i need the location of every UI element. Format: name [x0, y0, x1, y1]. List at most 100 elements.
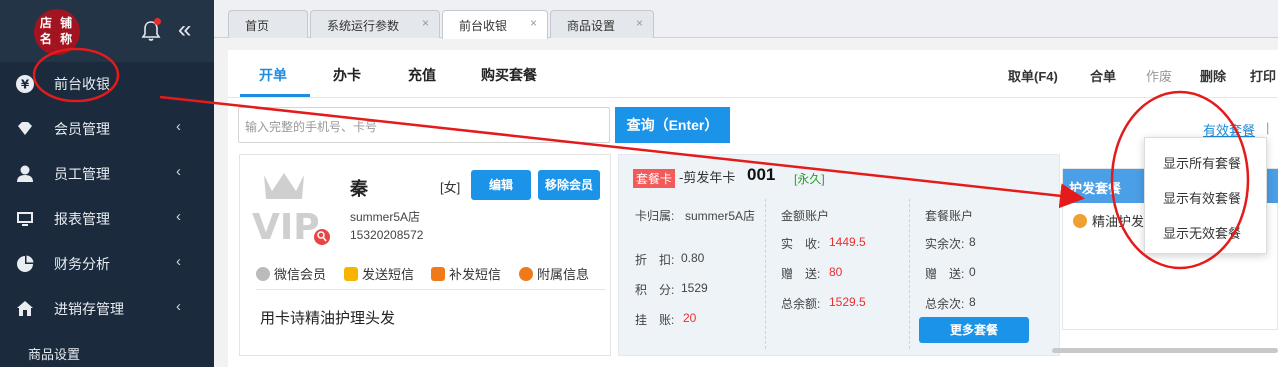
tab-home[interactable]: 首页: [228, 10, 308, 38]
merge-order-button[interactable]: 合单: [1090, 66, 1116, 85]
tab-recharge[interactable]: 充值: [408, 65, 436, 85]
card-title: -剪发年卡: [679, 170, 736, 185]
store-logo-line1: 店 铺: [39, 16, 75, 30]
divider: [765, 199, 766, 349]
void-button[interactable]: 作废: [1146, 66, 1172, 85]
chevron-left-icon: ‹: [176, 163, 181, 180]
tab-buy-package[interactable]: 购买套餐: [481, 65, 537, 85]
wechat-member-link[interactable]: 微信会员: [256, 264, 326, 283]
card-type-badge: 套餐卡: [633, 169, 676, 188]
resend-sms-link[interactable]: 补发短信: [431, 264, 501, 283]
edit-button[interactable]: 编辑: [471, 170, 531, 200]
sidebar-item-cashier[interactable]: ¥ 前台收银: [0, 61, 214, 106]
tab-label: 首页: [245, 19, 270, 33]
chevron-left-icon: ‹: [176, 298, 181, 315]
sidebar-item-label: 会员管理: [54, 121, 110, 137]
gift-times-label: 赠 送:: [925, 267, 965, 281]
sidebar-item-label: 前台收银: [54, 76, 110, 92]
received-value: 1449.5: [829, 235, 866, 249]
take-order-button[interactable]: 取单(F4): [1008, 66, 1058, 85]
extra-info-link[interactable]: 附属信息: [519, 264, 589, 283]
close-icon[interactable]: ×: [530, 16, 537, 30]
total-balance-label: 总余额:: [781, 297, 821, 311]
store-logo-line2: 名 称: [39, 32, 75, 46]
tab-label: 商品设置: [567, 19, 616, 33]
horizontal-scrollbar[interactable]: [1052, 348, 1278, 353]
sidebar-item-inventory[interactable]: 进销存管理 ‹: [0, 286, 214, 331]
show-valid-packages-option[interactable]: 显示有效套餐: [1163, 188, 1241, 207]
total-times-label: 总余次:: [925, 297, 965, 311]
close-icon[interactable]: ×: [636, 16, 643, 30]
query-button[interactable]: 查询（Enter）: [615, 107, 730, 143]
sidebar-item-staff[interactable]: 员工管理 ‹: [0, 151, 214, 196]
close-icon[interactable]: ×: [422, 16, 429, 30]
sidebar-item-members[interactable]: 会员管理 ‹: [0, 106, 214, 151]
card-panel: 套餐卡 -剪发年卡 001 [永久] 卡归属: summer5A店 折 扣: 0…: [618, 154, 1060, 356]
send-sms-link[interactable]: 发送短信: [344, 264, 414, 283]
amount-account-header: 金额账户: [781, 209, 830, 223]
link-label: 发送短信: [362, 267, 415, 282]
gift-times-value: 0: [969, 265, 976, 279]
sidebar-item-label: 进销存管理: [54, 301, 124, 317]
chevron-left-icon: ‹: [176, 208, 181, 225]
show-invalid-packages-option[interactable]: 显示无效套餐: [1163, 223, 1241, 242]
remove-member-button[interactable]: 移除会员: [538, 170, 600, 200]
delete-button[interactable]: 删除: [1200, 66, 1226, 85]
active-tab-underline: [240, 94, 310, 97]
more-packages-button[interactable]: 更多套餐: [919, 317, 1029, 343]
search-input[interactable]: 输入完整的手机号、卡号: [238, 107, 610, 143]
package-item[interactable]: 精油护发: [1073, 211, 1144, 230]
member-name: 秦: [350, 179, 368, 199]
discount-value: 0.80: [681, 251, 705, 265]
show-all-packages-option[interactable]: 显示所有套餐: [1163, 153, 1241, 172]
notification-dot: [154, 18, 161, 25]
gift-amount-value: 80: [829, 265, 843, 279]
member-links: 微信会员 发送短信 补发短信 附属信息: [256, 262, 606, 290]
chevron-left-icon: ‹: [176, 118, 181, 135]
monitor-icon: [17, 212, 33, 226]
home-icon: [17, 301, 33, 316]
member-card: VIP 秦 [女] 编辑 移除会员 summer5A店 15320208572 …: [239, 154, 611, 356]
total-times-value: 8: [969, 295, 976, 309]
total-balance-value: 1529.5: [829, 295, 866, 309]
tab-system-params[interactable]: 系统运行参数 ×: [310, 10, 440, 38]
sidebar: 店 铺 名 称 « ¥ 前台收银 会员管理 ‹ 员工管理 ‹ 报表管理 ‹ 财务…: [0, 0, 214, 367]
card-number: 001: [747, 165, 776, 184]
tab-label: 前台收银: [459, 19, 508, 33]
coin-icon: [1073, 213, 1087, 228]
mail-icon: [344, 266, 358, 281]
tab-label: 系统运行参数: [327, 19, 400, 33]
tab-cashier[interactable]: 前台收银 ×: [442, 10, 548, 39]
card-belong-label: 卡归属:: [635, 209, 675, 223]
tab-issue-card[interactable]: 办卡: [333, 65, 361, 85]
card-validity: [永久]: [794, 172, 825, 186]
points-label: 积 分:: [635, 283, 675, 297]
wechat-icon: [256, 266, 270, 281]
main-panel: 开单 办卡 充值 购买套餐 取单(F4) 合单 作废 删除 打印 输入完整的手机…: [228, 50, 1278, 367]
sidebar-subitem-product-settings[interactable]: 商品设置: [28, 344, 80, 363]
tab-open-order[interactable]: 开单: [259, 65, 287, 85]
link-label: 附属信息: [537, 267, 590, 282]
pie-chart-icon: [17, 255, 34, 272]
collapse-sidebar-icon[interactable]: «: [178, 16, 191, 44]
chevron-left-icon: ‹: [176, 253, 181, 270]
sidebar-item-label: 报表管理: [54, 211, 110, 227]
link-label: 微信会员: [274, 267, 327, 282]
gift-amount-label: 赠 送:: [781, 267, 821, 281]
user-icon: [17, 165, 33, 182]
sidebar-item-finance[interactable]: 财务分析 ‹: [0, 241, 214, 286]
member-phone: 15320208572: [350, 228, 424, 242]
credit-value: 20: [683, 311, 697, 325]
member-shop: summer5A店: [350, 210, 421, 224]
diamond-icon: [18, 122, 32, 135]
sidebar-item-reports[interactable]: 报表管理 ‹: [0, 196, 214, 241]
credit-label: 挂 账:: [635, 313, 675, 327]
tab-product-settings[interactable]: 商品设置 ×: [550, 10, 654, 38]
attachment-icon: [519, 266, 533, 281]
tab-bar: 首页 系统运行参数 × 前台收银 × 商品设置 ×: [214, 0, 1278, 39]
received-label: 实 收:: [781, 237, 821, 251]
discount-label: 折 扣:: [635, 253, 675, 267]
package-account-header: 套餐账户: [925, 209, 974, 223]
sidebar-item-label: 财务分析: [54, 256, 110, 272]
print-button[interactable]: 打印: [1250, 66, 1276, 85]
